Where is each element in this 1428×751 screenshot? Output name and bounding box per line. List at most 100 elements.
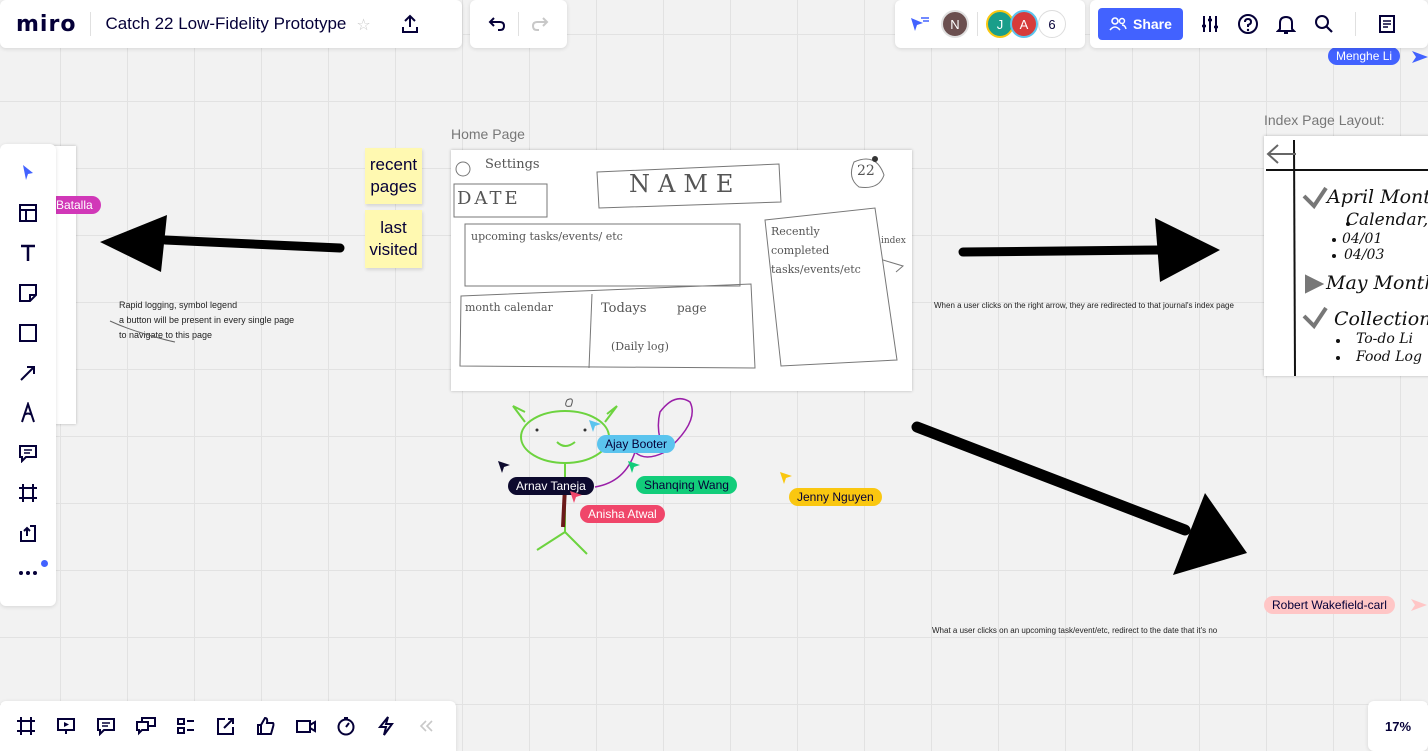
avatar[interactable]: A xyxy=(1010,10,1038,38)
notification-dot xyxy=(41,560,48,567)
pen-tool[interactable] xyxy=(8,396,48,430)
cursor-pointer-icon xyxy=(1411,599,1427,611)
cursor-pointer-icon xyxy=(780,472,792,484)
more-icon xyxy=(19,571,37,575)
frame-tool[interactable] xyxy=(8,476,48,510)
redo-button[interactable] xyxy=(523,7,557,41)
template-icon xyxy=(19,204,37,222)
board-menu-button[interactable] xyxy=(1370,7,1404,41)
top-right-toolbar: Share xyxy=(1090,0,1428,48)
cursor-label-ajay-booter: Ajay Booter xyxy=(597,435,676,453)
divider xyxy=(977,12,978,36)
right-arrow-note[interactable]: When a user clicks on the right arrow, t… xyxy=(934,301,1234,310)
index-todo: To-do Li xyxy=(1356,331,1414,347)
share-button[interactable]: Share xyxy=(1098,8,1183,40)
creation-toolbar xyxy=(0,144,56,606)
bell-icon xyxy=(1275,15,1296,34)
upload-icon xyxy=(401,14,418,33)
avatar[interactable]: N xyxy=(941,10,969,38)
video-button[interactable] xyxy=(288,708,324,744)
divider xyxy=(90,12,92,36)
pen-icon xyxy=(21,402,35,423)
timer-icon xyxy=(337,717,355,736)
cursor-label-menghe-li: Menghe Li xyxy=(1328,47,1401,65)
index-page-frame[interactable]: April Month Calendar, 04/01 04/03 May Mo… xyxy=(1264,136,1428,376)
select-tool[interactable] xyxy=(8,156,48,190)
index-may: May Month xyxy=(1326,272,1428,294)
sketch-date: DATE xyxy=(457,188,521,209)
upload-icon xyxy=(20,525,36,542)
sketch-page: page xyxy=(677,301,707,315)
cursor-label-anisha-atwal: Anisha Atwal xyxy=(580,505,665,523)
shape-tool[interactable] xyxy=(8,316,48,350)
comment-tool[interactable] xyxy=(8,436,48,470)
index-april: April Month xyxy=(1327,186,1428,208)
undo-icon xyxy=(488,17,506,31)
search-icon xyxy=(1314,15,1333,33)
sticky-note-tool[interactable] xyxy=(8,276,48,310)
sketch-daily: (Daily log) xyxy=(611,340,669,353)
search-button[interactable] xyxy=(1307,7,1341,41)
sketch-month: month calendar xyxy=(465,301,553,314)
upcoming-redirect-note[interactable]: What a user clicks on an upcoming task/e… xyxy=(932,626,1217,635)
cursor-filter-icon xyxy=(911,17,929,31)
chat-button[interactable] xyxy=(128,708,164,744)
home-page-frame[interactable]: Settings NAME DATE 22 upcoming tasks/eve… xyxy=(451,150,912,391)
index-collection: Collection xyxy=(1334,308,1428,330)
sticky-note-icon xyxy=(19,284,37,302)
cursor-pointer-icon xyxy=(628,461,640,473)
upload-tool[interactable] xyxy=(8,516,48,550)
index-date-1: 04/01 xyxy=(1342,231,1383,247)
sketch-badge: 22 xyxy=(857,163,875,179)
star-icon[interactable]: ☆ xyxy=(356,15,370,34)
frame-icon xyxy=(17,717,35,735)
board-header: miro Catch 22 Low-Fidelity Prototype ☆ xyxy=(0,0,462,48)
board-title[interactable]: Catch 22 Low-Fidelity Prototype xyxy=(105,14,346,34)
index-date-2: 04/03 xyxy=(1344,247,1385,263)
power-ups-button[interactable] xyxy=(368,708,404,744)
collapse-toolbar-button[interactable] xyxy=(408,708,444,744)
cursor-label-shanqing-wang: Shanqing Wang xyxy=(636,476,737,494)
card-list-icon xyxy=(177,718,194,734)
index-frame-label: Index Page Layout: xyxy=(1264,112,1385,128)
bottom-toolbar xyxy=(0,701,456,751)
diagonal-arrow-drawing[interactable] xyxy=(905,415,1255,580)
presentation-button[interactable] xyxy=(48,708,84,744)
cursor-icon xyxy=(23,165,33,180)
sticky-note-last-visited[interactable]: last visited xyxy=(365,210,422,268)
frames-button[interactable] xyxy=(8,708,44,744)
cards-button[interactable] xyxy=(168,708,204,744)
timer-button[interactable] xyxy=(328,708,364,744)
collaborator-count[interactable]: 6 xyxy=(1038,10,1066,38)
presentation-icon xyxy=(57,718,75,734)
comments-button[interactable] xyxy=(88,708,124,744)
divider xyxy=(1354,12,1356,36)
chat-icon xyxy=(136,717,156,736)
sketch-name: NAME xyxy=(629,170,742,198)
sketch-upcoming: upcoming tasks/events/ etc xyxy=(471,230,623,243)
collaborators-bar: N J A 6 xyxy=(895,0,1085,48)
templates-tool[interactable] xyxy=(8,196,48,230)
help-button[interactable] xyxy=(1231,7,1265,41)
settings-button[interactable] xyxy=(1193,7,1227,41)
scribble-line xyxy=(109,320,176,343)
cursor-label-jenny-nguyen: Jenny Nguyen xyxy=(789,488,882,506)
left-arrow-drawing[interactable] xyxy=(95,210,345,280)
right-arrow-drawing[interactable] xyxy=(955,212,1230,287)
cursor-pointer-icon xyxy=(589,420,601,432)
share-label: Share xyxy=(1133,16,1172,32)
screen-share-button[interactable] xyxy=(208,708,244,744)
undo-button[interactable] xyxy=(480,7,514,41)
sticky-note-recent-pages[interactable]: recent pages xyxy=(365,148,422,204)
notifications-button[interactable] xyxy=(1269,7,1303,41)
zoom-level[interactable]: 17% xyxy=(1368,701,1428,751)
miro-logo[interactable]: miro xyxy=(16,12,76,37)
reactions-button[interactable] xyxy=(248,708,284,744)
text-tool[interactable] xyxy=(8,236,48,270)
double-chevron-left-icon xyxy=(419,720,433,732)
history-bar xyxy=(470,0,567,48)
connection-line-tool[interactable] xyxy=(8,356,48,390)
follow-cursors-button[interactable] xyxy=(905,7,935,41)
export-button[interactable] xyxy=(393,7,427,41)
square-icon xyxy=(19,324,37,342)
